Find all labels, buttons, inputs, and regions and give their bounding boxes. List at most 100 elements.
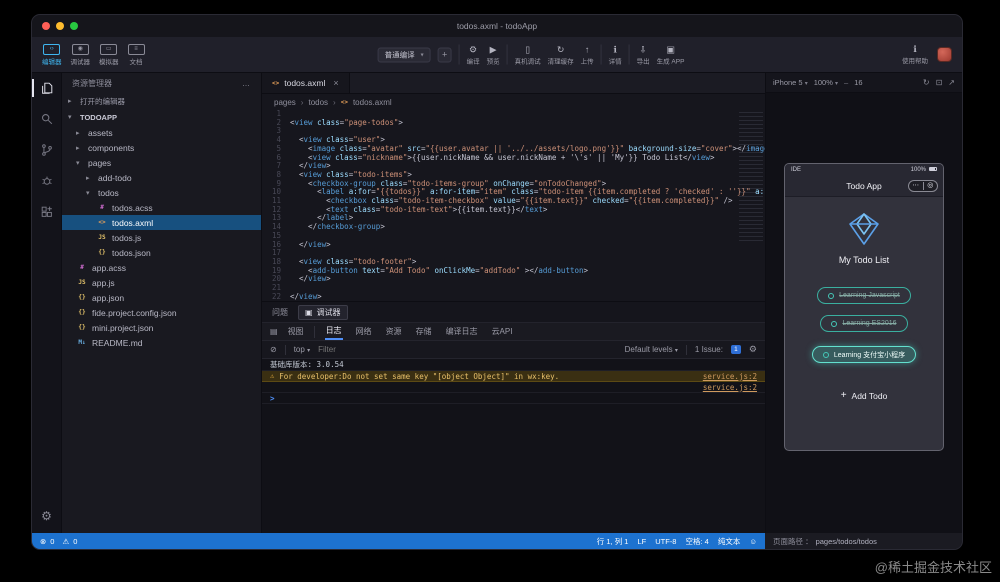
close-tab-icon[interactable]: × <box>333 78 338 88</box>
tree-folder-components[interactable]: ▸ components <box>62 140 261 155</box>
todo-item-pill[interactable]: Learning ES2016 <box>820 315 908 332</box>
code-editor[interactable]: 1 2 <view class="page-todos"> 3 4 <view cl… <box>262 110 765 301</box>
help-button[interactable]: ℹ 使用帮助 <box>902 44 928 65</box>
context-select[interactable]: top ▾ <box>294 345 310 354</box>
open-editors-section[interactable]: ▸ 打开的编辑器 <box>62 93 261 109</box>
warnings-icon[interactable]: ⚠ <box>62 537 69 546</box>
zoom-window-button[interactable] <box>70 22 78 30</box>
open-external-icon[interactable]: ↗ <box>948 78 955 87</box>
log-levels-select[interactable]: Default levels ▾ <box>625 345 678 354</box>
log-source-link[interactable]: service.js:2 <box>703 372 757 381</box>
console-tab-network[interactable]: 网络 <box>355 324 373 339</box>
file-md-icon: M↓ <box>78 339 86 346</box>
breadcrumb-item-todos.axml[interactable]: todos.axml <box>353 98 392 107</box>
tree-file-todos.axml[interactable]: <> todos.axml <box>62 215 261 230</box>
console-tab-cloud-api[interactable]: 云API <box>491 324 514 339</box>
activity-bar: ⚙ <box>32 73 62 533</box>
issues-label[interactable]: 1 Issue: <box>695 345 723 354</box>
search-icon[interactable] <box>32 110 61 128</box>
extensions-icon[interactable] <box>32 203 61 221</box>
console-tab-compile-log[interactable]: 编译日志 <box>445 324 479 339</box>
editor-tab-todos-axml[interactable]: <> todos.axml × <box>262 73 350 93</box>
minimize-window-button[interactable] <box>56 22 64 30</box>
minimap[interactable] <box>739 112 763 242</box>
status-item[interactable]: 行 1, 列 1 <box>597 536 629 547</box>
status-item[interactable]: UTF-8 <box>655 537 676 546</box>
toolbar-tab-docs[interactable]: ≡ 文档 <box>127 43 145 66</box>
console-tab-storage[interactable]: 存储 <box>415 324 433 339</box>
todo-item-pill[interactable]: Learning Javascript <box>817 287 911 304</box>
console-filter-input[interactable] <box>318 345 617 354</box>
chevron-down-icon: ▾ <box>420 52 424 58</box>
breadcrumb-item-pages[interactable]: pages <box>274 98 296 107</box>
issue-count-badge[interactable]: 1 <box>730 345 741 354</box>
tree-folder-add-todo[interactable]: ▸ add-todo <box>62 170 261 185</box>
status-item[interactable]: 空格: 4 <box>685 536 708 547</box>
tree-file-todos.js[interactable]: JS todos.js <box>62 230 261 245</box>
tree-file-app.js[interactable]: JS app.js <box>62 275 261 290</box>
add-compile-mode-button[interactable]: + <box>437 47 452 62</box>
explorer-icon[interactable] <box>32 79 61 97</box>
errors-icon[interactable]: ⊗ <box>40 537 46 546</box>
tree-file-app.acss[interactable]: # app.acss <box>62 260 261 275</box>
device-select[interactable]: iPhone 5 ▾ <box>773 78 808 87</box>
tree-file-app.json[interactable]: {} app.json <box>62 290 261 305</box>
refresh-icon[interactable]: ↻ <box>923 78 930 87</box>
errors-count[interactable]: 0 <box>50 537 54 546</box>
tree-file-fide.project.config.json[interactable]: {} fide.project.config.json <box>62 305 261 320</box>
tree-file-todos.acss[interactable]: # todos.acss <box>62 200 261 215</box>
add-todo-button[interactable]: + Add Todo <box>841 390 888 401</box>
toolbar-tab-simulator[interactable]: ▭ 模拟器 <box>99 43 119 66</box>
breadcrumb-item-todos[interactable]: todos <box>308 98 328 107</box>
clear-console-icon[interactable]: ⊘ <box>270 345 277 354</box>
console-settings-gear-icon[interactable]: ⚙ <box>749 344 757 355</box>
zoom-select[interactable]: 100% ▾ <box>814 78 838 87</box>
close-window-button[interactable] <box>42 22 50 30</box>
tree-folder-todos[interactable]: ▾ todos <box>62 185 261 200</box>
status-item[interactable]: 纯文本 <box>718 536 741 547</box>
settings-gear-icon[interactable]: ⚙ <box>41 509 52 533</box>
tree-folder-pages[interactable]: ▾ pages <box>62 155 261 170</box>
debug-icon[interactable] <box>32 172 61 190</box>
project-section[interactable]: ▾ TODOAPP <box>62 109 261 125</box>
miniapp-menu-icon[interactable]: ⋯ <box>909 181 923 191</box>
source-control-icon[interactable] <box>32 141 61 159</box>
feedback-smiley-icon[interactable]: ☺ <box>749 537 757 546</box>
page-path-value[interactable]: pages/todos/todos <box>816 537 877 546</box>
toolbar-button-label: 上传 <box>580 58 594 65</box>
font-size-value: 16 <box>854 78 863 87</box>
details-button[interactable]: ℹ 详情 <box>609 44 622 65</box>
preview-button[interactable]: ▶ 预览 <box>487 44 500 65</box>
user-avatar[interactable] <box>937 47 952 62</box>
upload-button[interactable]: ↑ 上传 <box>581 44 594 65</box>
compile-button[interactable]: ⚙ 编译 <box>467 44 480 65</box>
status-item[interactable]: LF <box>637 537 646 546</box>
console-tab-log[interactable]: 日志 <box>324 323 343 340</box>
todo-item-pill[interactable]: Learning 支付宝小程序 <box>811 346 917 363</box>
screenshot-icon[interactable]: ⊡ <box>936 78 943 87</box>
log-source-link[interactable]: service.js:2 <box>703 383 757 392</box>
device-debug-button[interactable]: ▯ 真机调试 <box>515 44 541 65</box>
panel-tab-debugger[interactable]: ▣ 调试器 <box>298 304 348 320</box>
code-line: 16 </view> <box>262 240 765 250</box>
tree-file-mini.project.json[interactable]: {} mini.project.json <box>62 320 261 335</box>
warnings-count[interactable]: 0 <box>73 537 77 546</box>
file-json-icon: {} <box>78 294 86 301</box>
toolbar-tab-editor[interactable]: ‹› 编辑器 <box>42 43 62 66</box>
toolbar-tab-debugger[interactable]: ◉ 调试器 <box>71 43 90 66</box>
clear-cache-button[interactable]: ↻ 清理缓存 <box>548 44 574 65</box>
tree-file-todos.json[interactable]: {} todos.json <box>62 245 261 260</box>
more-actions-icon[interactable]: … <box>242 79 251 88</box>
console-tab-resource[interactable]: 资源 <box>385 324 403 339</box>
tree-file-README.md[interactable]: M↓ README.md <box>62 335 261 350</box>
view-label[interactable]: 视图 <box>288 326 304 337</box>
panel-tab-problems[interactable]: 问题 <box>272 307 288 318</box>
miniapp-close-icon[interactable]: ◎ <box>924 181 938 191</box>
console-log-row: > <box>262 393 765 404</box>
simulator-canvas: IDE 100% Todo App ⋯ ◎ My Todo List Learn… <box>766 93 962 533</box>
tree-folder-assets[interactable]: ▸ assets <box>62 125 261 140</box>
build-app-button[interactable]: ▣ 生成 APP <box>657 44 685 65</box>
minus-icon[interactable]: – <box>844 78 848 87</box>
compile-mode-select[interactable]: 普通编译 ▾ <box>377 47 431 62</box>
export-button[interactable]: ⇩ 导出 <box>637 44 650 65</box>
